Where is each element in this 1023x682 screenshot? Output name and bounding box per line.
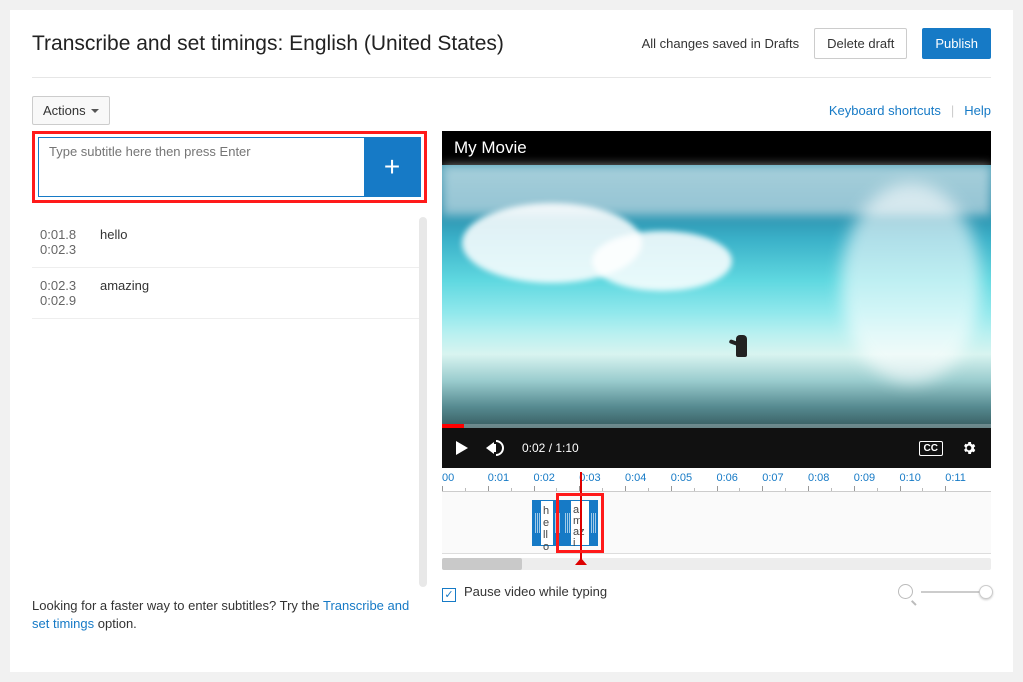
video-player[interactable]: My Movie 0:02 / xyxy=(442,131,991,468)
timeline[interactable]: 00 0:01 0:02 0:03 0:04 0:05 0:06 0:07 0:… xyxy=(442,472,991,570)
subtitle-text-input[interactable] xyxy=(39,138,364,196)
page-container: Transcribe and set timings: English (Uni… xyxy=(10,10,1013,672)
play-button-icon[interactable] xyxy=(456,441,468,455)
subtitle-input-row: + xyxy=(38,137,421,197)
pause-while-typing-toggle[interactable]: ✓Pause video while typing xyxy=(442,584,607,600)
plus-icon: + xyxy=(384,151,400,183)
link-separator: | xyxy=(951,103,954,118)
save-status-text: All changes saved in Drafts xyxy=(642,36,800,51)
video-frame xyxy=(442,165,991,428)
subtitle-list[interactable]: 0:01.8 0:02.3 hello 0:02.3 0:02.9 amazin… xyxy=(32,217,427,587)
video-time-display: 0:02 / 1:10 xyxy=(522,441,579,455)
video-controls: 0:02 / 1:10 CC xyxy=(442,428,991,468)
page-title: Transcribe and set timings: English (Uni… xyxy=(32,32,504,56)
subtitle-text: amazing xyxy=(100,278,149,308)
subtitle-time: 0:01.8 0:02.3 xyxy=(40,227,100,257)
keyboard-shortcuts-link[interactable]: Keyboard shortcuts xyxy=(829,103,941,118)
actions-label: Actions xyxy=(43,103,86,118)
surfer-graphic xyxy=(727,335,757,370)
right-panel: My Movie 0:02 / xyxy=(442,131,991,633)
timeline-playhead[interactable] xyxy=(580,472,582,559)
main-content: + 0:01.8 0:02.3 hello 0:02.3 0:02.9 xyxy=(32,131,991,633)
toolbar-links: Keyboard shortcuts | Help xyxy=(829,103,991,118)
clip-handle-right[interactable] xyxy=(589,501,597,545)
subtitle-item[interactable]: 0:01.8 0:02.3 hello xyxy=(32,217,427,268)
zoom-slider[interactable] xyxy=(921,591,991,593)
delete-draft-button[interactable]: Delete draft xyxy=(814,28,907,59)
settings-gear-icon[interactable] xyxy=(961,440,977,456)
subtitle-time: 0:02.3 0:02.9 xyxy=(40,278,100,308)
timeline-clip[interactable]: hello xyxy=(532,500,562,546)
timeline-scrollbar[interactable] xyxy=(442,558,991,570)
checkbox-icon: ✓ xyxy=(442,588,456,602)
zoom-slider-knob[interactable] xyxy=(979,585,993,599)
publish-button[interactable]: Publish xyxy=(922,28,991,59)
video-title-bar: My Movie xyxy=(442,131,991,165)
closed-captions-button[interactable]: CC xyxy=(919,441,943,456)
footer-hint: Looking for a faster way to enter subtit… xyxy=(32,597,412,633)
toolbar-row: Actions Keyboard shortcuts | Help xyxy=(32,96,991,125)
header-row: Transcribe and set timings: English (Uni… xyxy=(32,28,991,78)
header-actions: All changes saved in Drafts Delete draft… xyxy=(642,28,991,59)
help-link[interactable]: Help xyxy=(964,103,991,118)
add-subtitle-button[interactable]: + xyxy=(364,138,420,196)
subtitle-item[interactable]: 0:02.3 0:02.9 amazing xyxy=(32,268,427,319)
clip-text: hello xyxy=(543,505,551,553)
zoom-control[interactable] xyxy=(898,584,991,599)
subtitle-text: hello xyxy=(100,227,127,257)
timeline-track[interactable]: hello amazi xyxy=(442,492,991,554)
timeline-ruler: 00 0:01 0:02 0:03 0:04 0:05 0:06 0:07 0:… xyxy=(442,472,991,492)
clip-handle-right[interactable] xyxy=(553,501,561,545)
caret-down-icon xyxy=(91,109,99,113)
magnifier-icon xyxy=(898,584,913,599)
clip-handle-left[interactable] xyxy=(533,501,541,545)
actions-dropdown-button[interactable]: Actions xyxy=(32,96,110,125)
clip-handle-left[interactable] xyxy=(563,501,571,545)
right-footer: ✓Pause video while typing xyxy=(442,584,991,600)
highlight-annotation-input: + xyxy=(32,131,427,203)
volume-icon[interactable] xyxy=(486,440,504,456)
left-panel: + 0:01.8 0:02.3 hello 0:02.3 0:02.9 xyxy=(32,131,427,633)
